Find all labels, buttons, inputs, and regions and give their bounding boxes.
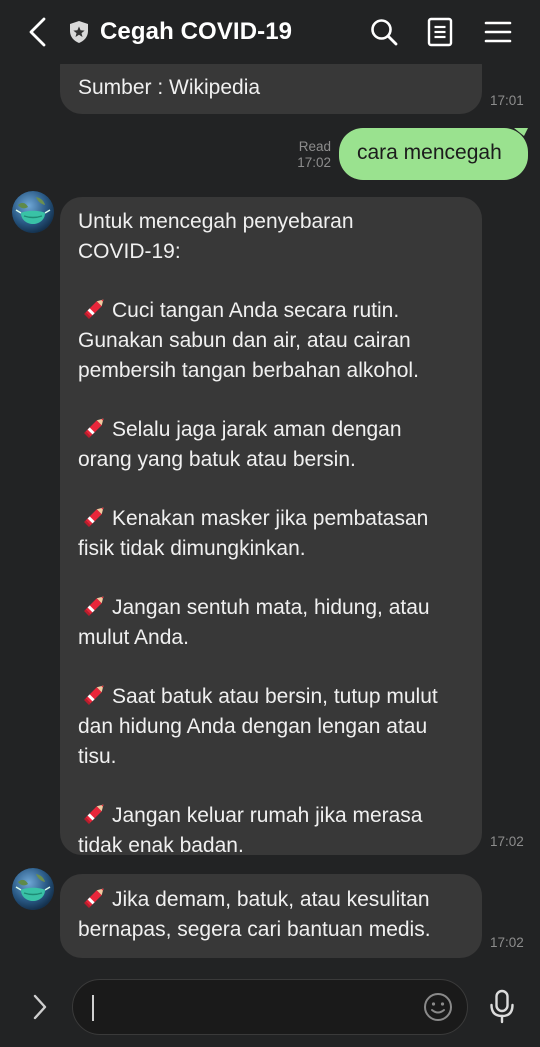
message-text: Saat batuk atau bersin, tutup mulut [112,685,438,708]
message-text: Jangan sentuh mata, hidung, atau [112,596,430,619]
message-line: mulut Anda. [78,626,189,649]
message-line: orang yang batuk atau bersin. [78,448,356,471]
text-cursor [92,995,94,1021]
bullet-line: Cuci tangan Anda secara rutin. [78,295,464,326]
crayon-icon [84,804,104,824]
microphone-icon [490,989,514,1024]
crayon-icon [84,299,104,319]
message-line: tisu. [78,745,117,768]
message-time: 17:02 [490,834,524,849]
search-icon [371,19,398,46]
menu-button[interactable] [478,12,518,52]
message-time: 17:02 [297,155,331,170]
bullet-line: Saat batuk atau bersin, tutup mulut [78,681,464,712]
back-button[interactable] [18,12,58,52]
message-bubble-incoming[interactable]: Untuk mencegah penyebaran COVID-19: Cuci… [60,197,482,857]
message-line: Untuk mencegah penyebaran [78,210,354,233]
bot-avatar[interactable] [12,191,54,233]
back-chevron-icon [29,17,46,47]
message-line: Gunakan sabun dan air, atau cairan [78,329,411,352]
crayon-icon [84,507,104,527]
crayon-icon [84,888,104,908]
message-bubble-incoming[interactable]: Sumber : Wikipedia [60,64,482,114]
bullet-line: Kenakan masker jika pembatasan [78,503,464,534]
message-input[interactable] [72,979,468,1035]
expand-chevron-icon [33,994,47,1020]
chat-title: Cegah COVID-19 [100,18,293,45]
globe-mask-icon [12,868,54,910]
emoji-button[interactable] [422,991,454,1023]
crayon-icon [84,685,104,705]
message-bubble-incoming[interactable]: Jika demam, batuk, atau kesulitan bernap… [60,874,482,958]
bullet-line: Jangan sentuh mata, hidung, atau [78,592,464,623]
notes-icon [427,17,453,47]
message-time: 17:02 [490,935,524,950]
menu-icon [484,21,512,43]
message-text: cara mencegah [357,141,502,164]
crayon-icon [84,418,104,438]
message-text: Jangan keluar rumah jika merasa [112,804,423,827]
message-text: Jika demam, batuk, atau kesulitan [112,888,430,911]
globe-mask-icon [12,191,54,233]
input-bar [0,969,540,1047]
search-button[interactable] [364,12,404,52]
message-line: fisik tidak dimungkinkan. [78,537,306,560]
read-label: Read [298,139,331,154]
read-receipt: Read 17:02 [280,139,331,171]
expand-button[interactable] [22,989,58,1025]
message-line: pembersih tangan berbahan alkohol. [78,359,419,382]
chat-area[interactable]: Sumber : Wikipedia 17:01 Read 17:02 cara… [0,64,540,969]
message-text: Cuci tangan Anda secara rutin. [112,299,400,322]
voice-button[interactable] [484,987,520,1027]
emoji-icon [424,993,452,1021]
message-line: COVID-19: [78,240,181,263]
message-text: Sumber : Wikipedia [78,76,261,99]
bot-avatar[interactable] [12,868,54,910]
message-text: Kenakan masker jika pembatasan [112,507,429,530]
message-bubble-outgoing[interactable]: cara mencegah [339,128,528,180]
message-time: 17:01 [490,93,524,108]
bullet-line: Selalu jaga jarak aman dengan [78,414,464,445]
bubble-tail [514,128,528,136]
message-line: bernapas, segera cari bantuan medis. [78,918,431,941]
bullet-line: Jangan keluar rumah jika merasa [78,800,464,831]
shield-star-icon [68,20,90,44]
message-line: dan hidung Anda dengan lengan atau [78,715,428,738]
chat-header: Cegah COVID-19 [0,0,540,64]
message-line: tidak enak badan. [78,834,244,857]
bullet-line: Jika demam, batuk, atau kesulitan [78,884,464,915]
crayon-icon [84,596,104,616]
notes-button[interactable] [420,12,460,52]
chat-title-area[interactable]: Cegah COVID-19 [68,14,292,50]
message-text: Selalu jaga jarak aman dengan [112,418,402,441]
